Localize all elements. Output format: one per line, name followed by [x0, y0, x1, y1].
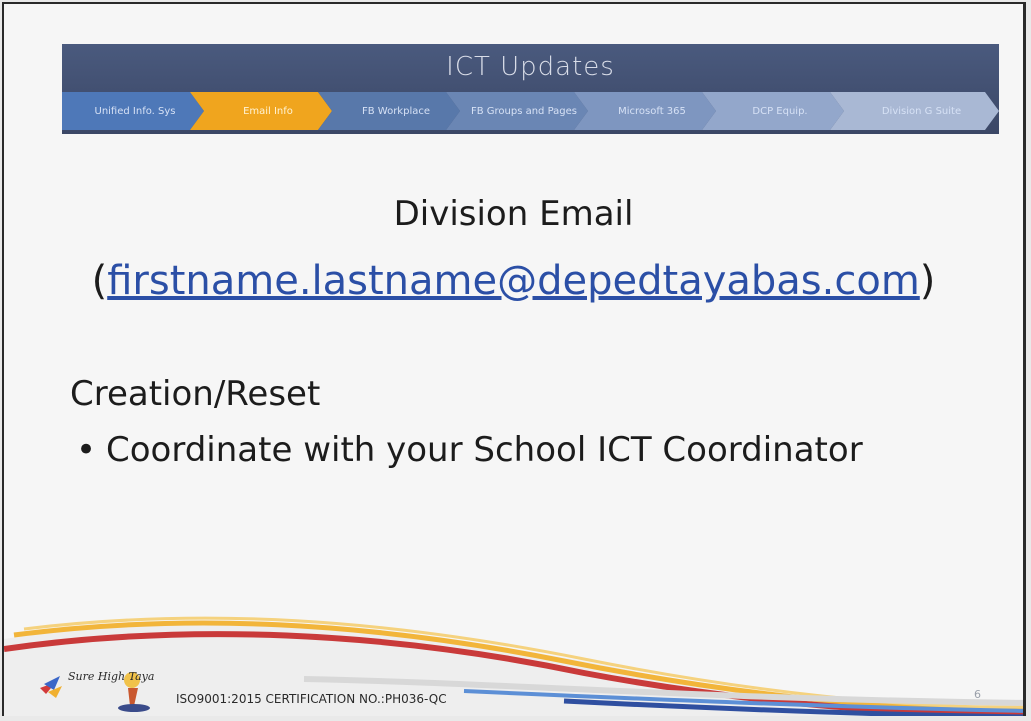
footer-swoosh: [4, 616, 1023, 716]
bullet-item: • Coordinate with your School ICT Coordi…: [76, 428, 896, 472]
step-unified-info: Unified Info. Sys: [62, 92, 204, 130]
step-label: FB Workplace: [361, 105, 431, 117]
paren-open: (: [91, 258, 108, 304]
step-label: Microsoft 365: [618, 105, 686, 117]
step-label: FB Groups and Pages: [470, 105, 578, 117]
certification-text: ISO9001:2015 CERTIFICATION NO.:PH036-QC: [176, 692, 447, 706]
subheading: Creation/Reset: [70, 374, 321, 414]
bullet-marker: •: [76, 430, 97, 470]
ict-updates-banner: ICT Updates Unified Info. Sys Email Info…: [62, 44, 999, 134]
sure-high-tayabas-logo: Sure High Tayabas: [40, 670, 154, 712]
step-label: DCP Equip.: [752, 105, 808, 117]
email-line: (firstname.lastname@depedtayabas.com): [4, 258, 1023, 304]
slide-heading: Division Email: [393, 194, 634, 234]
logo-text: Sure High Tayabas: [68, 670, 154, 683]
step-label: Email Info: [243, 105, 293, 117]
bullet-text: Coordinate with your School ICT Coordina…: [106, 430, 863, 470]
step-email-info: Email Info: [190, 92, 332, 130]
step-fb-groups: FB Groups and Pages: [446, 92, 588, 130]
step-fb-workplace: FB Workplace: [318, 92, 460, 130]
banner-title: ICT Updates: [446, 52, 615, 82]
email-link[interactable]: firstname.lastname@depedtayabas.com: [107, 258, 920, 304]
step-microsoft-365: Microsoft 365: [574, 92, 716, 130]
step-dcp-equip: DCP Equip.: [702, 92, 844, 130]
process-steps: Unified Info. Sys Email Info FB Workplac…: [62, 92, 999, 130]
step-label: Unified Info. Sys: [94, 105, 176, 117]
page-number: 6: [974, 688, 981, 701]
slide: ICT Updates Unified Info. Sys Email Info…: [2, 2, 1026, 716]
step-division-gsuite: Division G Suite: [830, 92, 999, 130]
paren-close: ): [919, 258, 936, 304]
step-label: Division G Suite: [881, 105, 962, 117]
